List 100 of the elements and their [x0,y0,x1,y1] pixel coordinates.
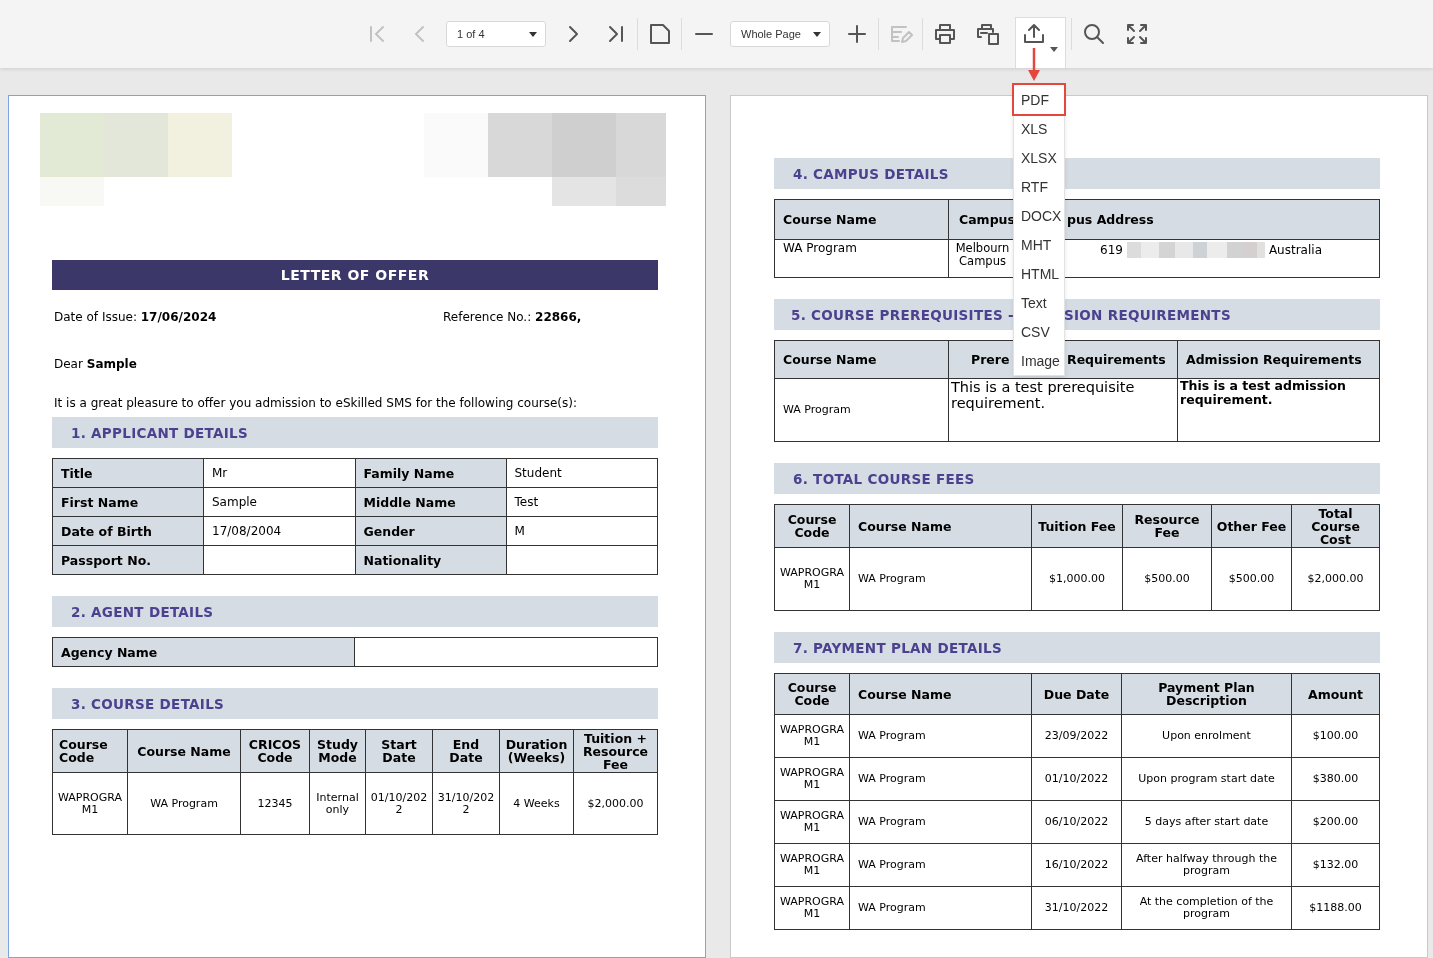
table-cell: $100.00 [1291,714,1380,758]
table-cell: This is a test admission requirement. [1177,378,1380,442]
column-header: CRICOS Code [240,729,310,773]
column-header: Duration (Weeks) [499,729,574,773]
table-cell: $1188.00 [1291,886,1380,930]
field-label: Gender [355,516,506,546]
field-label: Passport No. [52,545,204,575]
column-header: Payment Plan Description [1121,673,1292,715]
table-cell: 31/10/2022 [432,772,500,835]
table-cell: WA Program [849,547,1032,611]
table-cell: 01/10/2022 [1031,757,1122,801]
table-cell: WAPROGRAM1 [774,714,850,758]
column-header: Tuition + Resource Fee [573,729,658,773]
table-cell: WA Program [849,714,1032,758]
letter-paragraph: Dear Sample [53,357,138,371]
letter-detail: Date of Issue: 17/06/2024 [54,310,218,324]
annotation-arrow [1028,48,1040,81]
table-cell: 4 Weeks [499,772,574,835]
page-icon[interactable] [647,22,672,46]
table-cell: After halfway through the program [1121,843,1292,887]
table-cell: WA Program [774,378,949,442]
upload-icon [1022,22,1046,46]
column-header: Resource Fee [1122,504,1212,548]
section-title: SION REQUIREMENTS [1064,306,1231,323]
section-title: 4. CAMPUS DETAILS [793,165,949,182]
column-header: Prere [971,353,1010,366]
caret-icon [529,31,537,37]
column-header: Requirements [1067,353,1166,366]
table-cell: Internal only [309,772,366,835]
table-cell: $200.00 [1291,800,1380,844]
field-label: Title [52,458,204,488]
table-cell: WAPROGRAM1 [774,886,850,930]
column-header: Other Fee [1211,504,1292,548]
column-header: Course Name [774,199,949,240]
print-icon[interactable] [932,22,957,46]
address-text: 619 [1100,242,1123,257]
export-format-option[interactable]: XLS [1014,114,1064,143]
export-button[interactable] [1015,17,1066,68]
letter-paragraph: It is a great pleasure to offer you admission to eSkilled SMS for the following course(s): [53,396,579,410]
export-format-option[interactable]: XLSX [1014,143,1064,172]
field-value: Test [506,487,658,517]
table-cell: This is a test prerequisite requirement. [948,378,1178,442]
table-cell: 16/10/2022 [1031,843,1122,887]
table-cell: 12345 [240,772,310,835]
section-title: 6. TOTAL COURSE FEES [793,470,975,487]
export-format-option[interactable]: CSV [1014,317,1064,346]
table-cell: $1,000.00 [1031,547,1123,611]
column-header: Course Name [127,729,241,773]
table-cell: $500.00 [1211,547,1292,611]
export-format-option[interactable]: Text [1014,288,1064,317]
caret-icon [1050,47,1058,52]
table-cell: Upon enrolment [1121,714,1292,758]
export-format-option[interactable]: PDF [1014,85,1064,114]
title-banner: LETTER OF OFFER [52,260,658,290]
zoom-select[interactable]: Whole Page [730,21,830,47]
field-label: Nationality [355,545,506,575]
address-text: Australia [1268,242,1322,257]
section-title: 5. COURSE PREREQUISITES - [791,306,1014,323]
table-cell: $380.00 [1291,757,1380,801]
table-cell: WA Program [849,757,1032,801]
table-cell: WAPROGRAM1 [774,843,850,887]
table-cell: $2,000.00 [573,772,658,835]
table-cell: WAPROGRAM1 [52,772,128,835]
table-cell: WA Program [849,886,1032,930]
section-title: 1. APPLICANT DETAILS [71,424,249,441]
column-header: Start Date [365,729,433,773]
column-header: Study Mode [309,729,366,773]
field-value: Student [506,458,658,488]
table-cell: WAPROGRAM1 [774,547,850,611]
field-value: Mr [203,458,355,488]
export-format-option[interactable]: RTF [1014,172,1064,201]
table-cell: WA Program [774,239,949,278]
column-header: Amount [1291,673,1380,715]
field-label: Middle Name [355,487,506,517]
field-label: Date of Birth [52,516,204,546]
field-label: Family Name [355,458,506,488]
printer-page-icon[interactable] [975,22,1000,46]
table-cell: $500.00 [1122,547,1212,611]
field-value: M [506,516,658,546]
table-cell: At the completion of the program [1121,886,1292,930]
table-cell: 23/09/2022 [1031,714,1122,758]
page-select[interactable]: 1 of 4 [446,21,546,47]
column-header: Course Code [52,729,128,773]
letter-detail: Reference No.: 22866, [443,310,583,324]
table-cell: WAPROGRAM1 [774,800,850,844]
search-icon[interactable] [1081,22,1106,46]
column-header: Due Date [1031,673,1122,715]
export-format-option[interactable]: Image [1014,346,1064,375]
table-cell: $2,000.00 [1291,547,1380,611]
field-label: Agency Name [52,637,355,667]
table-cell: Upon program start date [1121,757,1292,801]
table-cell: 5 days after start date [1121,800,1292,844]
section-title: 3. COURSE DETAILS [71,695,225,712]
full-screen-icon[interactable] [1124,22,1149,46]
column-header: Tuition Fee [1031,504,1123,548]
table-cell: WAPROGRAM1 [774,757,850,801]
section-title: 7. PAYMENT PLAN DETAILS [793,639,1002,656]
table-cell: WA Program [127,772,241,835]
table-cell: 31/10/2022 [1031,886,1122,930]
column-header: Course Name [849,673,1032,715]
